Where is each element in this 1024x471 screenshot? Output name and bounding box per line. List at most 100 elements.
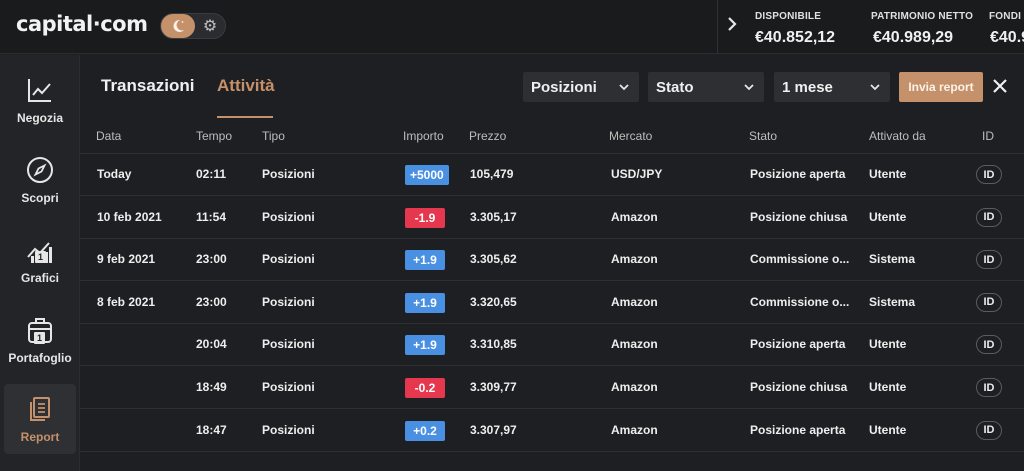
sidebar-item-label: Portafoglio [8, 351, 72, 365]
table-row[interactable]: 9 feb 2021 23:00 Posizioni +1.9 3.305,62… [80, 239, 1024, 282]
table-row[interactable]: 20:04 Posizioni +1.9 3.310,85 Amazon Pos… [80, 324, 1024, 367]
row-market: Amazon [611, 252, 658, 267]
col-id[interactable]: ID [982, 129, 994, 143]
row-activated-by: Sistema [869, 294, 916, 309]
table-row[interactable]: 10 feb 2021 11:54 Posizioni -1.9 3.305,1… [80, 197, 1024, 239]
status-select-value: Stato [656, 78, 694, 96]
row-market: Amazon [611, 380, 658, 394]
brand-logo[interactable]: capital·com [16, 12, 148, 36]
col-stato[interactable]: Stato [749, 129, 777, 143]
table-row[interactable]: Today 02:11 Posizioni +5000 105,479 USD/… [80, 154, 1024, 196]
row-type: Posizioni [262, 209, 315, 224]
row-price: 105,479 [470, 167, 514, 181]
row-type: Posizioni [262, 252, 315, 267]
table-row[interactable]: 18:47 Posizioni +0.2 3.307,97 Amazon Pos… [80, 410, 1024, 452]
sidebar-item-scopri[interactable]: Scopri [4, 145, 76, 215]
row-time: 23:00 [196, 252, 227, 267]
row-price: 3.310,85 [470, 337, 517, 352]
row-price: 3.309,77 [470, 380, 517, 394]
row-id-button[interactable]: ID [976, 207, 1002, 227]
row-type: Posizioni [262, 167, 315, 181]
briefcase-icon: 1 [25, 315, 55, 345]
row-activated-by: Utente [869, 337, 907, 352]
row-id-button[interactable]: ID [976, 292, 1002, 312]
col-attivato-da[interactable]: Attivato da [869, 129, 926, 143]
row-price: 3.305,62 [470, 252, 517, 267]
row-market: Amazon [611, 422, 658, 437]
theme-toggle[interactable]: ⚙ [160, 13, 226, 39]
row-id-button[interactable]: ID [976, 420, 1002, 440]
row-time: 18:47 [196, 422, 227, 437]
row-status: Posizione aperta [750, 422, 846, 437]
status-select[interactable]: Stato [648, 72, 764, 102]
row-activated-by: Utente [869, 167, 907, 181]
period-select[interactable]: 1 mese [774, 72, 890, 102]
row-type: Posizioni [262, 422, 315, 437]
available-label: DISPONIBILE [755, 11, 822, 22]
row-id-button[interactable]: ID [976, 378, 1002, 397]
row-status: Posizione aperta [750, 167, 846, 181]
row-market: Amazon [611, 209, 658, 224]
tab-attivita[interactable]: Attività [217, 76, 275, 96]
chevron-down-icon [868, 80, 882, 94]
chevron-right-icon[interactable] [727, 17, 737, 35]
close-icon[interactable] [990, 76, 1010, 96]
tab-transazioni[interactable]: Transazioni [101, 76, 195, 96]
row-amount-badge: -0.2 [405, 378, 445, 398]
row-id-button[interactable]: ID [976, 335, 1002, 355]
col-data[interactable]: Data [96, 129, 121, 143]
table-row[interactable]: 18:49 Posizioni -0.2 3.309,77 Amazon Pos… [80, 367, 1024, 409]
row-time: 20:04 [196, 337, 227, 352]
row-id-button[interactable]: ID [976, 165, 1002, 184]
row-id-button[interactable]: ID [976, 250, 1002, 270]
row-market: USD/JPY [611, 167, 663, 181]
chart-trend-icon [25, 75, 55, 105]
account-divider [717, 0, 718, 54]
row-amount-badge: +1.9 [405, 292, 445, 313]
col-importo[interactable]: Importo [403, 129, 444, 143]
gear-icon[interactable]: ⚙ [198, 15, 222, 37]
sidebar-item-label: Grafici [20, 271, 59, 285]
row-market: Amazon [611, 337, 658, 352]
row-activated-by: Sistema [869, 252, 916, 267]
row-time: 02:11 [196, 167, 227, 181]
row-price: 3.305,17 [470, 209, 517, 224]
row-activated-by: Utente [869, 422, 907, 437]
row-amount-badge: +0.2 [405, 420, 445, 441]
row-time: 23:00 [196, 294, 227, 309]
col-tempo[interactable]: Tempo [196, 129, 232, 143]
row-price: 3.307,97 [470, 422, 517, 437]
sidebar-item-report[interactable]: Report [4, 384, 76, 454]
row-status: Commissione o... [750, 252, 850, 267]
table-row[interactable]: 8 feb 2021 23:00 Posizioni +1.9 3.320,65… [80, 282, 1024, 324]
row-status: Posizione chiusa [750, 380, 848, 394]
type-select-value: Posizioni [531, 78, 597, 96]
send-report-button[interactable]: Invia report [899, 72, 983, 102]
chevron-down-icon [617, 80, 631, 94]
period-select-value: 1 mese [782, 78, 833, 96]
net-worth-label: PATRIMONIO NETTO [871, 11, 974, 22]
row-type: Posizioni [262, 337, 315, 352]
row-amount-badge: -1.9 [405, 207, 445, 228]
charts-icon: 1 [25, 235, 55, 265]
sidebar-item-negozia[interactable]: Negozia [4, 65, 76, 135]
chevron-down-icon [742, 80, 756, 94]
col-tipo[interactable]: Tipo [262, 129, 285, 143]
sidebar-item-grafici[interactable]: 1 Grafici [4, 225, 76, 295]
row-market: Amazon [611, 294, 658, 309]
moon-icon[interactable] [161, 14, 195, 38]
type-select[interactable]: Posizioni [523, 72, 639, 102]
compass-icon [25, 155, 55, 185]
sidebar-item-label: Report [20, 430, 60, 444]
row-date: 9 feb 2021 [97, 252, 156, 267]
sidebar-item-portafoglio[interactable]: 1 Portafoglio [2, 305, 78, 375]
sidebar: Negozia Scopri 1 Grafici 1 Portafoglio R… [0, 55, 80, 471]
row-time: 11:54 [196, 209, 227, 224]
row-activated-by: Utente [869, 209, 907, 224]
top-bar: capital·com ⚙ DISPONIBILE €40.852,12 PAT… [0, 0, 1024, 54]
col-prezzo[interactable]: Prezzo [469, 129, 506, 143]
portafoglio-badge: 1 [34, 332, 45, 344]
row-status: Posizione chiusa [750, 209, 848, 224]
available-value: €40.852,12 [755, 29, 836, 46]
col-mercato[interactable]: Mercato [609, 129, 652, 143]
